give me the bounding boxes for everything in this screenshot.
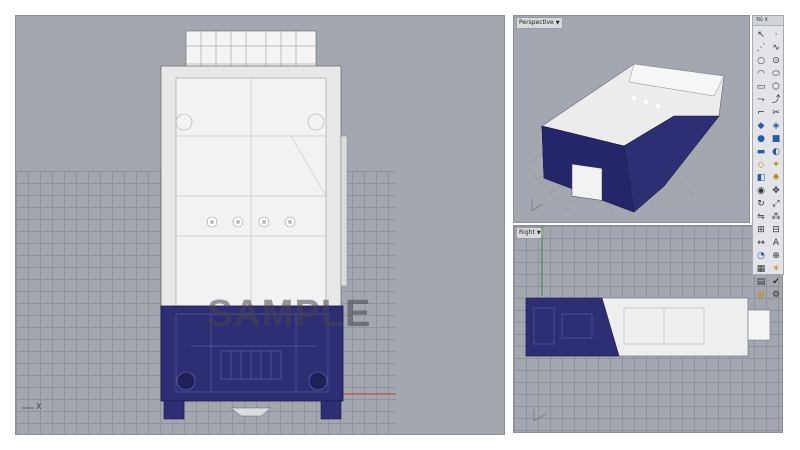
surface-edit-icon[interactable]: ◈ bbox=[770, 120, 782, 132]
ungroup-icon[interactable]: ⊟ bbox=[770, 224, 782, 236]
mesh-icon[interactable]: ◇ bbox=[755, 159, 767, 171]
trim-icon[interactable]: ✂ bbox=[770, 107, 782, 119]
scale-icon[interactable]: ⤢ bbox=[770, 198, 782, 210]
fillet-icon[interactable]: ⌐ bbox=[755, 107, 767, 119]
move-icon[interactable]: ✥ bbox=[770, 185, 782, 197]
boolean-icon[interactable]: ◐ bbox=[770, 146, 782, 158]
perspective-model bbox=[523, 63, 725, 217]
tool-grid: ↖ · ⋰ ∿ ○ ⊙ ◠ ⬭ ▭ ⬡ ⤳ ⤴ ⌐ ✂ ◆ ◈ ● ■ ▬ ◐ ◇ ✦ ◧ ✸ ◉ ✥ ↻ ⤢ ⇋ ⁂ ⊞ ⊟ ↔ A ◔ ⊕ ▦ ☀ ▤ ✔… bbox=[753, 26, 783, 304]
mirror-icon[interactable]: ⇋ bbox=[755, 211, 767, 223]
sun-icon[interactable]: ☀ bbox=[770, 263, 782, 275]
sample-watermark: SAMPLE bbox=[207, 293, 372, 335]
ellipse-icon[interactable]: ⬭ bbox=[770, 68, 782, 80]
polygon-icon[interactable]: ⬡ bbox=[770, 81, 782, 93]
perspective-viewport[interactable]: Perspective ▼ bbox=[513, 15, 750, 223]
text-icon[interactable]: A bbox=[770, 237, 782, 249]
offset-icon[interactable]: ⤴ bbox=[770, 94, 782, 106]
point-icon[interactable]: · bbox=[770, 29, 782, 41]
layer-icon[interactable]: ◧ bbox=[755, 172, 767, 184]
light-icon[interactable]: ✸ bbox=[770, 172, 782, 184]
tool-palette: ℜΰ Ⅹ ↖ · ⋰ ∿ ○ ⊙ ◠ ⬭ ▭ ⬡ ⤳ ⤴ ⌐ ✂ ◆ ◈ ● ■ ▬ ◐ ◇ ✦ ◧ ✸ ◉ ✥ ↻ ⤢ ⇋ ⁂ ⊞ ⊟ ↔ A ◔… bbox=[752, 15, 784, 300]
top-viewport[interactable]: X SAMPLE bbox=[15, 15, 505, 435]
curve-tools-icon[interactable]: ⤳ bbox=[755, 94, 767, 106]
x-axis-label: X bbox=[36, 402, 42, 411]
render-preview-icon[interactable]: ◍ bbox=[755, 289, 767, 301]
grid-icon[interactable]: ▦ bbox=[755, 263, 767, 275]
render-icon[interactable]: ✦ bbox=[770, 159, 782, 171]
tool-palette-title: ℜΰ Ⅹ bbox=[753, 16, 783, 26]
properties-icon[interactable]: ▤ bbox=[755, 276, 767, 288]
circle-center-icon[interactable]: ⊙ bbox=[770, 55, 782, 67]
group-icon[interactable]: ⊞ bbox=[755, 224, 767, 236]
options-icon[interactable]: ⚙ bbox=[770, 289, 782, 301]
analyze-icon[interactable]: ◔ bbox=[755, 250, 767, 262]
surface-icon[interactable]: ◆ bbox=[755, 120, 767, 132]
rectangle-icon[interactable]: ▭ bbox=[755, 81, 767, 93]
osnap-icon[interactable]: ⊕ bbox=[770, 250, 782, 262]
solid-box-icon[interactable]: ■ bbox=[770, 133, 782, 145]
rotate-icon[interactable]: ↻ bbox=[755, 198, 767, 210]
array-icon[interactable]: ⁂ bbox=[770, 211, 782, 223]
right-viewport[interactable]: Right ▼ bbox=[513, 225, 783, 433]
cylinder-icon[interactable]: ▬ bbox=[755, 146, 767, 158]
polyline-icon[interactable]: ⋰ bbox=[755, 42, 767, 54]
check-icon[interactable]: ✔ bbox=[770, 276, 782, 288]
sphere-icon[interactable]: ● bbox=[755, 133, 767, 145]
drop-icon[interactable]: ◉ bbox=[755, 185, 767, 197]
select-arrow-icon[interactable]: ↖ bbox=[755, 29, 767, 41]
curve-icon[interactable]: ∿ bbox=[770, 42, 782, 54]
right-view-model bbox=[525, 226, 771, 422]
arc-icon[interactable]: ◠ bbox=[755, 68, 767, 80]
circle-icon[interactable]: ○ bbox=[755, 55, 767, 67]
top-view-model bbox=[22, 30, 396, 420]
dimension-icon[interactable]: ↔ bbox=[755, 237, 767, 249]
